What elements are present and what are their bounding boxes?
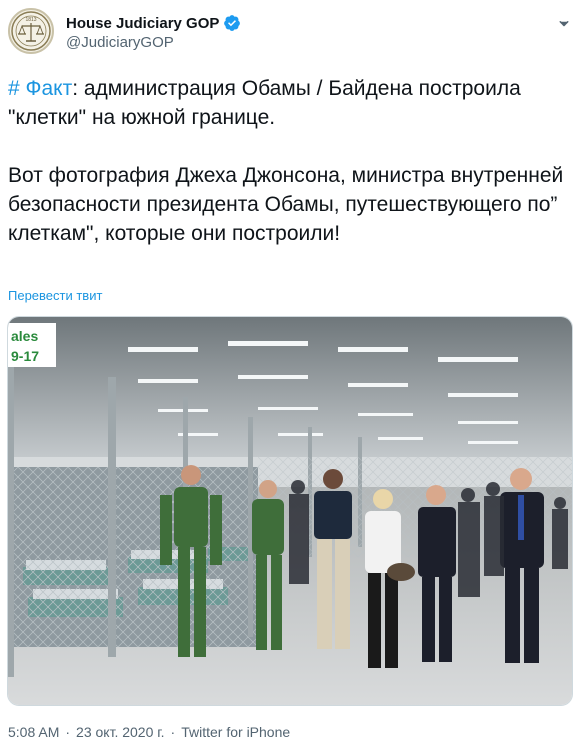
verified-badge-icon (224, 15, 241, 31)
detention-facility-photo: ales 9-17 (8, 317, 572, 705)
seal-year: 1813 (25, 17, 36, 23)
avatar[interactable]: 1813 (8, 8, 54, 54)
more-options-icon (559, 21, 569, 27)
tweet-time[interactable]: 5:08 AM (8, 724, 59, 740)
display-name[interactable]: House Judiciary GOP (66, 15, 219, 32)
translate-tweet-link[interactable]: Перевести твит (8, 288, 102, 303)
name-row: House Judiciary GOP (66, 14, 241, 32)
meta-separator: · (65, 724, 71, 740)
tweet-paragraph-1: # Факт: администрация Обамы / Байдена по… (8, 74, 573, 132)
tweet-body: # Факт: администрация Обамы / Байдена по… (8, 74, 573, 248)
sign-text-bottom: 9-17 (11, 348, 39, 364)
account-handle[interactable]: @JudiciaryGOP (66, 34, 174, 51)
scales-of-justice-seal-icon: 1813 (11, 11, 51, 51)
more-options-button[interactable] (552, 14, 576, 34)
hashtag-link[interactable]: # Факт (8, 77, 72, 100)
tweet-meta: 5:08 AM · 23 окт. 2020 г. · Twitter for … (8, 724, 290, 740)
sign-text-top: ales (11, 328, 38, 344)
tweet-line1-text: : администрация Обамы / Байдена построил… (8, 77, 521, 129)
meta-separator-2: · (170, 724, 176, 740)
tweet-date[interactable]: 23 окт. 2020 г. (76, 724, 165, 740)
source-app[interactable]: Twitter for iPhone (181, 724, 290, 740)
tweet-paragraph-2: Вот фотография Джеха Джонсона, министра … (8, 164, 564, 245)
tweet-photo[interactable]: ales 9-17 (7, 316, 573, 706)
tweet-header: 1813 House Judiciary GOP @JudiciaryGOP (8, 8, 580, 58)
